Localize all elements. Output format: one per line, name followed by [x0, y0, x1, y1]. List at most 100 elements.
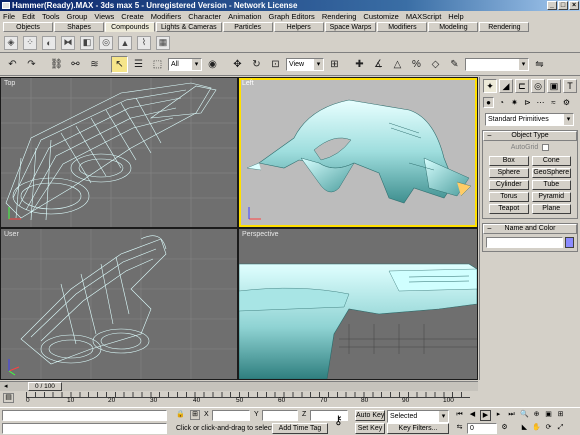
key-set-select[interactable]: Selected: [387, 410, 449, 423]
zoom-extents-all-icon[interactable]: ⊞: [555, 410, 566, 421]
menu-file[interactable]: File: [3, 12, 15, 21]
tab-particles[interactable]: Particles: [222, 22, 273, 32]
viewport-label[interactable]: Top: [4, 80, 15, 87]
next-frame-icon[interactable]: ▸: [493, 410, 504, 421]
reference-coordinate-select[interactable]: View: [286, 58, 324, 71]
named-selection-select[interactable]: [465, 58, 529, 71]
name-color-header[interactable]: Name and Color: [483, 224, 577, 234]
minimize-button[interactable]: _: [547, 1, 557, 10]
viewport-label[interactable]: User: [4, 231, 19, 238]
add-time-tag-button[interactable]: Add Time Tag: [272, 423, 328, 434]
menu-group[interactable]: Group: [67, 12, 88, 21]
menu-views[interactable]: Views: [94, 12, 114, 21]
arc-rotate-icon[interactable]: ⟳: [543, 423, 554, 434]
menu-edit[interactable]: Edit: [22, 12, 35, 21]
plane-button[interactable]: Plane: [531, 204, 571, 214]
mirror-icon[interactable]: ⇋: [531, 56, 548, 73]
object-color-swatch[interactable]: [565, 237, 574, 248]
menu-graph-editors[interactable]: Graph Editors: [269, 12, 315, 21]
loft-icon[interactable]: ⌇: [137, 35, 151, 50]
terrain-icon[interactable]: ▲: [118, 35, 132, 50]
geometry-icon[interactable]: ●: [483, 97, 494, 108]
redo-icon[interactable]: ↷: [23, 56, 40, 73]
teapot-button[interactable]: Teapot: [489, 204, 529, 214]
tube-button[interactable]: Tube: [531, 180, 571, 190]
menu-tools[interactable]: Tools: [42, 12, 60, 21]
tab-compounds[interactable]: Compounds: [105, 22, 155, 32]
systems-icon[interactable]: ⚙: [561, 97, 572, 108]
mesher-icon[interactable]: ▦: [156, 35, 170, 50]
viewport-left[interactable]: Left: [239, 78, 477, 227]
time-slider-left-icon[interactable]: ◂: [4, 382, 8, 390]
connect-icon[interactable]: ⧓: [61, 35, 75, 50]
play-icon[interactable]: ▶: [480, 410, 491, 421]
key-filters-button[interactable]: Key Filters...: [387, 423, 449, 434]
zoom-icon[interactable]: 🔍: [519, 410, 530, 421]
viewport-top[interactable]: Top: [1, 78, 237, 227]
pyramid-button[interactable]: Pyramid: [531, 192, 571, 202]
window-crossing-icon[interactable]: ◉: [204, 56, 221, 73]
select-rotate-icon[interactable]: ↻: [248, 56, 265, 73]
named-selection-icon[interactable]: ✎: [446, 56, 463, 73]
key-mode-icon[interactable]: ⇆: [454, 423, 465, 434]
lights-icon[interactable]: ✷: [509, 97, 520, 108]
set-key-button[interactable]: Set Key: [355, 423, 385, 434]
modify-panel-icon[interactable]: ◢: [499, 79, 513, 93]
menu-rendering[interactable]: Rendering: [322, 12, 357, 21]
previous-frame-icon[interactable]: ◀: [467, 410, 478, 421]
maxscript-listener-field[interactable]: [2, 410, 167, 421]
tab-lights-cameras[interactable]: Lights & Cameras: [156, 22, 222, 32]
y-coordinate-field[interactable]: [262, 410, 298, 421]
tab-shapes[interactable]: Shapes: [54, 22, 104, 32]
spacewarps-icon[interactable]: ≈: [548, 97, 559, 108]
select-link-icon[interactable]: ⛓: [48, 56, 65, 73]
motion-panel-icon[interactable]: ◎: [531, 79, 545, 93]
geosphere-button[interactable]: GeoSphere: [531, 168, 571, 178]
tab-space-warps[interactable]: Space Warps: [324, 22, 377, 32]
box-button[interactable]: Box: [489, 156, 529, 166]
menu-animation[interactable]: Animation: [228, 12, 261, 21]
selection-filter-select[interactable]: All: [168, 58, 202, 71]
shapemerge-icon[interactable]: ◧: [80, 35, 94, 50]
scatter-icon[interactable]: ⁘: [23, 35, 37, 50]
viewport-user[interactable]: User: [1, 229, 237, 379]
goto-start-icon[interactable]: ⏮: [454, 410, 465, 421]
viewport-label[interactable]: Left: [242, 80, 254, 87]
tab-modeling[interactable]: Modeling: [428, 22, 479, 32]
bind-space-warp-icon[interactable]: ≋: [86, 56, 103, 73]
viewport-perspective[interactable]: Perspective: [239, 229, 477, 379]
menu-create[interactable]: Create: [121, 12, 144, 21]
menu-character[interactable]: Character: [188, 12, 221, 21]
menu-customize[interactable]: Customize: [363, 12, 398, 21]
cone-button[interactable]: Cone: [531, 156, 571, 166]
maxscript-mini-listener[interactable]: [2, 423, 167, 434]
object-name-field[interactable]: [486, 237, 563, 248]
time-slider-thumb[interactable]: 0 / 100: [28, 382, 62, 391]
track-bar[interactable]: ▤ 0 10 20 30 40 50 60 70 80 90 100: [0, 392, 478, 406]
sphere-button[interactable]: Sphere: [489, 168, 529, 178]
menu-modifiers[interactable]: Modifiers: [151, 12, 181, 21]
viewport-label[interactable]: Perspective: [242, 231, 279, 238]
conform-icon[interactable]: ◐: [42, 35, 56, 50]
pan-icon[interactable]: ✋: [531, 423, 542, 434]
utilities-panel-icon[interactable]: T: [563, 79, 577, 93]
min-max-toggle-icon[interactable]: ⤢: [555, 423, 566, 434]
maximize-button[interactable]: □: [558, 1, 568, 10]
field-of-view-icon[interactable]: ◣: [519, 423, 530, 434]
menu-help[interactable]: Help: [448, 12, 463, 21]
shapes-icon[interactable]: ◔: [496, 97, 507, 108]
menu-maxscript[interactable]: MAXScript: [406, 12, 441, 21]
time-config-icon[interactable]: ⚙: [499, 423, 510, 434]
boolean-icon[interactable]: ◎: [99, 35, 113, 50]
unlink-icon[interactable]: ⚯: [67, 56, 84, 73]
percent-snap-icon[interactable]: %: [408, 56, 425, 73]
select-object-icon[interactable]: ↖: [111, 56, 128, 73]
object-category-select[interactable]: Standard Primitives: [485, 113, 574, 126]
morph-icon[interactable]: ◈: [4, 35, 18, 50]
select-move-icon[interactable]: ✥: [229, 56, 246, 73]
select-scale-icon[interactable]: ⊡: [267, 56, 284, 73]
autogrid-checkbox[interactable]: [542, 144, 550, 151]
tab-helpers[interactable]: Helpers: [273, 22, 324, 32]
display-panel-icon[interactable]: ▣: [547, 79, 561, 93]
pivot-center-icon[interactable]: ⊞: [326, 56, 343, 73]
